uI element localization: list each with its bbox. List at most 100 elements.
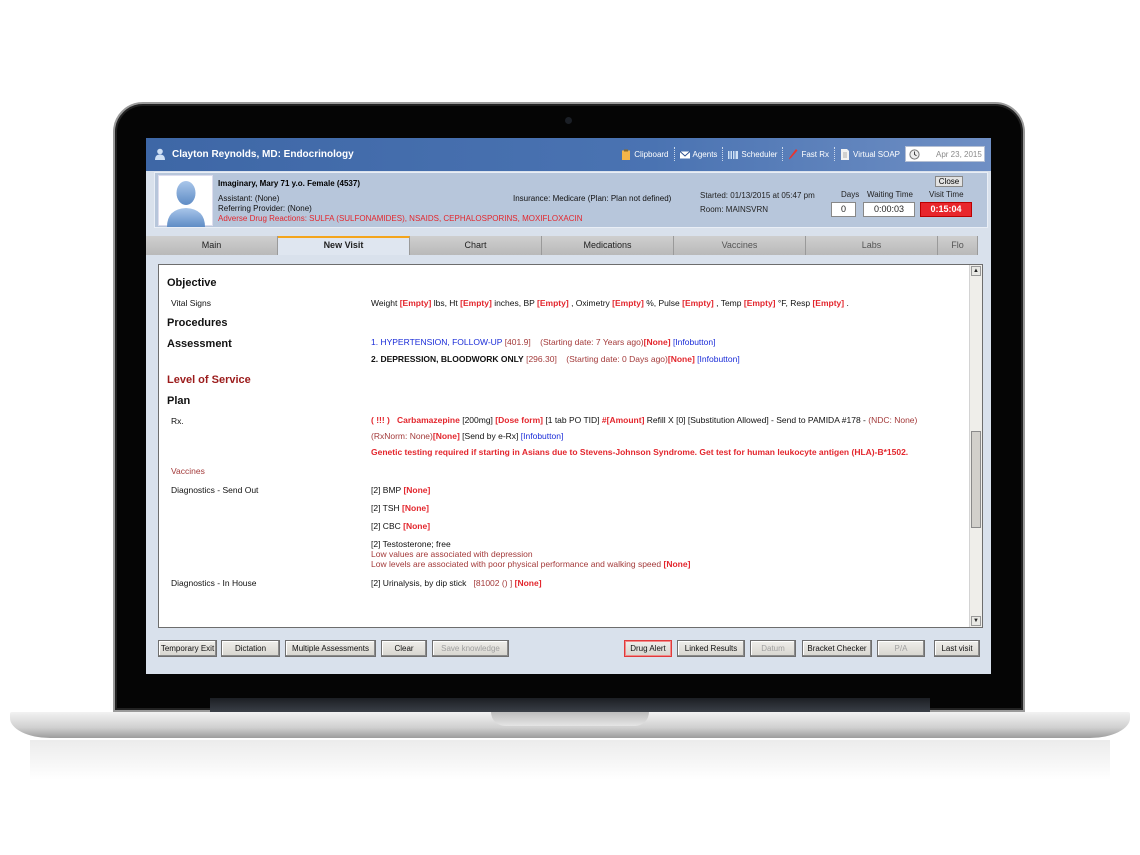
agents-button[interactable]: Agents — [679, 149, 717, 160]
diagnostic-none[interactable]: [None] — [403, 485, 430, 495]
text-fragment: [296.30] — [526, 354, 557, 364]
clear-button[interactable]: Clear — [381, 640, 427, 657]
weight-empty[interactable]: [Empty] — [400, 298, 432, 308]
room: Room: MAINSVRN — [700, 205, 769, 214]
vital-signs-label: Vital Signs — [171, 298, 212, 308]
temporary-exit-button[interactable]: Temporary Exit — [158, 640, 217, 657]
text-fragment: Fast Rx — [801, 149, 830, 159]
fast-rx-button[interactable]: Fast Rx — [788, 148, 830, 160]
tab-vaccines[interactable]: Vaccines — [674, 236, 806, 255]
scheduler-button[interactable]: Scheduler — [728, 149, 777, 160]
toolbar-separator — [782, 147, 784, 161]
infobutton-link[interactable]: [Infobutton] — [521, 431, 564, 441]
tab-labs[interactable]: Labs — [806, 236, 938, 255]
infobutton-link[interactable]: [Infobutton] — [697, 354, 740, 364]
scroll-thumb[interactable] — [971, 431, 981, 528]
multiple-assessments-button[interactable]: Multiple Assessments — [285, 640, 376, 657]
clipboard-button[interactable]: Clipboard — [621, 149, 669, 160]
tab-new-visit[interactable]: New Visit — [278, 236, 410, 255]
patient-name: Imaginary, Mary 71 y.o. Female (4537) — [218, 179, 360, 188]
vaccines-link[interactable]: Vaccines — [171, 466, 205, 476]
diagnostic-none[interactable]: [None] — [663, 559, 690, 569]
text-fragment: Scheduler — [741, 149, 778, 159]
pa-button[interactable]: P/A — [877, 640, 925, 657]
title-bar: Clayton Reynolds, MD: Endocrinology Clip… — [146, 138, 991, 171]
drug-alert-indicator[interactable]: ( !!! ) — [371, 415, 390, 425]
drug-alert-button[interactable]: Drug Alert — [624, 640, 672, 657]
tab-medications[interactable]: Medications — [542, 236, 674, 255]
person-silhouette-icon — [167, 181, 205, 227]
visit-note: Objective Vital Signs Weight [Empty] lbs… — [158, 264, 983, 628]
text-fragment: %, Pulse — [646, 298, 680, 308]
save-knowledge-button[interactable]: Save knowledge — [432, 640, 509, 657]
days-label: Days — [841, 190, 860, 199]
text-fragment: [2] Urinalysis, by dip stick — [371, 578, 467, 588]
diagnostics-in-house-label: Diagnostics - In House — [171, 578, 257, 588]
referring-provider: Referring Provider: (None) — [218, 204, 312, 213]
provider-title: Clayton Reynolds, MD: Endocrinology — [172, 149, 354, 160]
assistant: Assistant: (None) — [218, 194, 280, 203]
infobutton-link[interactable]: [Infobutton] — [673, 337, 716, 347]
text-fragment: Refill X [0] [Substitution Allowed] - Se… — [646, 415, 866, 425]
toolbar-separator — [722, 147, 724, 161]
text-fragment: [2] TSH — [371, 503, 400, 513]
text-fragment: (RxNorm: None) — [371, 431, 433, 441]
temp-empty[interactable]: [Empty] — [744, 298, 776, 308]
bracket-checker-button[interactable]: Bracket Checker — [802, 640, 872, 657]
text-fragment: , Oximetry — [571, 298, 610, 308]
text-fragment: [2] CBC — [371, 521, 401, 531]
drug-name[interactable]: Carbamazepine — [397, 415, 460, 425]
amount[interactable]: #[Amount] — [602, 415, 645, 425]
diagnostic-item: [2] BMP [None] — [371, 485, 430, 495]
tab-main[interactable]: Main — [146, 236, 278, 255]
adverse-drug-reactions: Adverse Drug Reactions: SULFA (SULFONAMI… — [218, 214, 583, 223]
section-objective: Objective — [167, 277, 217, 289]
diagnostic-none[interactable]: [None] — [403, 521, 430, 531]
diagnostic-none[interactable]: [None] — [402, 503, 429, 513]
tab-flow[interactable]: Flo — [938, 236, 978, 255]
last-visit-button[interactable]: Last visit — [934, 640, 980, 657]
visit-start-info: Started: 01/13/2015 at 05:47 pm Room: MA… — [700, 189, 815, 217]
scroll-up-arrow-icon[interactable]: ▲ — [971, 266, 981, 276]
dictation-button[interactable]: Dictation — [221, 640, 280, 657]
assessment-diagnosis[interactable]: 2. DEPRESSION, BLOODWORK ONLY — [371, 354, 524, 364]
visit-time-counter: 0:15:04 — [920, 202, 972, 217]
dose-form[interactable]: [Dose form] — [495, 415, 543, 425]
assessment-none[interactable]: [None] — [644, 337, 671, 347]
diagnostic-item: [2] CBC [None] — [371, 521, 430, 531]
clock-icon — [909, 148, 920, 160]
assessment-diagnosis[interactable]: 1. HYPERTENSION, FOLLOW-UP — [371, 337, 502, 347]
date-value: Apr 23, 2015 — [936, 149, 982, 159]
started-time: Started: 01/13/2015 at 05:47 pm — [700, 191, 815, 200]
bottom-button-bar: Temporary Exit Dictation Multiple Assess… — [146, 640, 991, 660]
oximetry-empty[interactable]: [Empty] — [612, 298, 644, 308]
pen-icon — [789, 148, 798, 159]
text-fragment: [1 tab PO TID] — [545, 415, 600, 425]
rx-none[interactable]: [None] — [433, 431, 460, 441]
toolbar: Clipboard Agents Scheduler Fast Rx Virtu… — [621, 146, 985, 162]
vertical-scrollbar[interactable]: ▲ ▼ — [969, 265, 982, 627]
date-field[interactable]: Apr 23, 2015 — [905, 146, 985, 162]
scroll-down-arrow-icon[interactable]: ▼ — [971, 616, 981, 626]
patient-avatar — [158, 175, 213, 227]
resp-empty[interactable]: [Empty] — [812, 298, 844, 308]
linked-results-button[interactable]: Linked Results — [677, 640, 745, 657]
toolbar-separator — [673, 147, 675, 161]
envelope-icon — [679, 150, 690, 158]
send-erx[interactable]: [Send by e-Rx] — [462, 431, 518, 441]
bp-empty[interactable]: [Empty] — [537, 298, 569, 308]
diagnostic-item: [2] Urinalysis, by dip stick [81002 () ]… — [371, 578, 542, 588]
datum-button[interactable]: Datum — [750, 640, 796, 657]
assessment-none[interactable]: [None] — [668, 354, 695, 364]
text-fragment: . — [846, 298, 849, 308]
close-button[interactable]: Close — [935, 176, 963, 187]
tab-chart[interactable]: Chart — [410, 236, 542, 255]
section-assessment: Assessment — [167, 338, 232, 350]
pulse-empty[interactable]: [Empty] — [682, 298, 714, 308]
section-level-of-service[interactable]: Level of Service — [167, 374, 251, 386]
vital-signs-values: Weight [Empty] lbs, Ht [Empty] inches, B… — [371, 298, 849, 308]
height-empty[interactable]: [Empty] — [460, 298, 492, 308]
text-fragment: Low levels are associated with poor phys… — [371, 559, 662, 569]
diagnostic-none[interactable]: [None] — [515, 578, 542, 588]
virtual-soap-button[interactable]: Virtual SOAP — [840, 148, 900, 160]
